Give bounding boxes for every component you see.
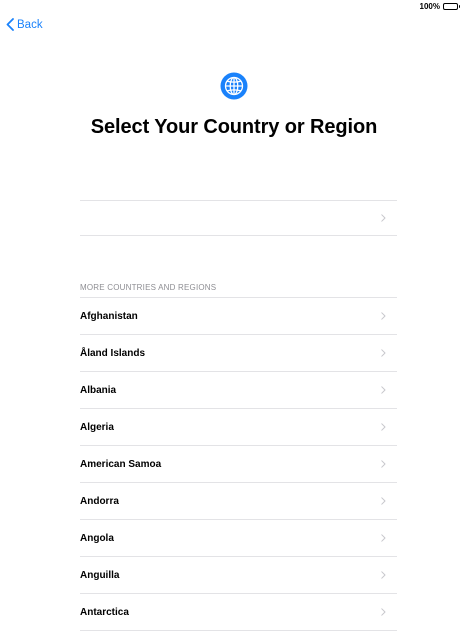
country-name: Åland Islands [80,347,146,359]
country-name: Andorra [80,495,119,507]
list-item-afghanistan[interactable]: Afghanistan [80,298,397,335]
list-item-andorra[interactable]: Andorra [80,483,397,520]
chevron-right-icon [381,571,386,579]
list-item-algeria[interactable]: Algeria [80,409,397,446]
section-header: MORE COUNTRIES AND REGIONS [80,283,217,292]
chevron-left-icon [6,18,14,31]
list-item-anguilla[interactable]: Anguilla [80,557,397,594]
list-item-angola[interactable]: Angola [80,520,397,557]
back-label: Back [17,18,43,31]
list-item-albania[interactable]: Albania [80,372,397,409]
chevron-right-icon [381,214,386,222]
page-title: Select Your Country or Region [90,116,378,138]
list-item-aland-islands[interactable]: Åland Islands [80,335,397,372]
country-name: Angola [80,532,114,544]
country-name: Antarctica [80,606,129,618]
back-button[interactable]: Back [6,18,43,31]
country-name: American Samoa [80,458,162,470]
country-name: Anguilla [80,569,120,581]
globe-icon [220,72,248,100]
suggested-country-row[interactable] [80,200,397,236]
country-name: Afghanistan [80,310,138,322]
chevron-right-icon [381,349,386,357]
chevron-right-icon [381,386,386,394]
country-name: Albania [80,384,117,396]
status-bar: 100% [420,0,468,12]
battery-percent: 100% [419,1,440,11]
chevron-right-icon [381,534,386,542]
chevron-right-icon [381,608,386,616]
chevron-right-icon [381,312,386,320]
chevron-right-icon [381,423,386,431]
list-item-american-samoa[interactable]: American Samoa [80,446,397,483]
country-name: Algeria [80,421,114,433]
chevron-right-icon [381,497,386,505]
battery-full-icon [443,2,460,10]
list-item-antarctica[interactable]: Antarctica [80,594,397,631]
country-list: Afghanistan Åland Islands Albania Algeri… [80,297,397,631]
chevron-right-icon [381,460,386,468]
